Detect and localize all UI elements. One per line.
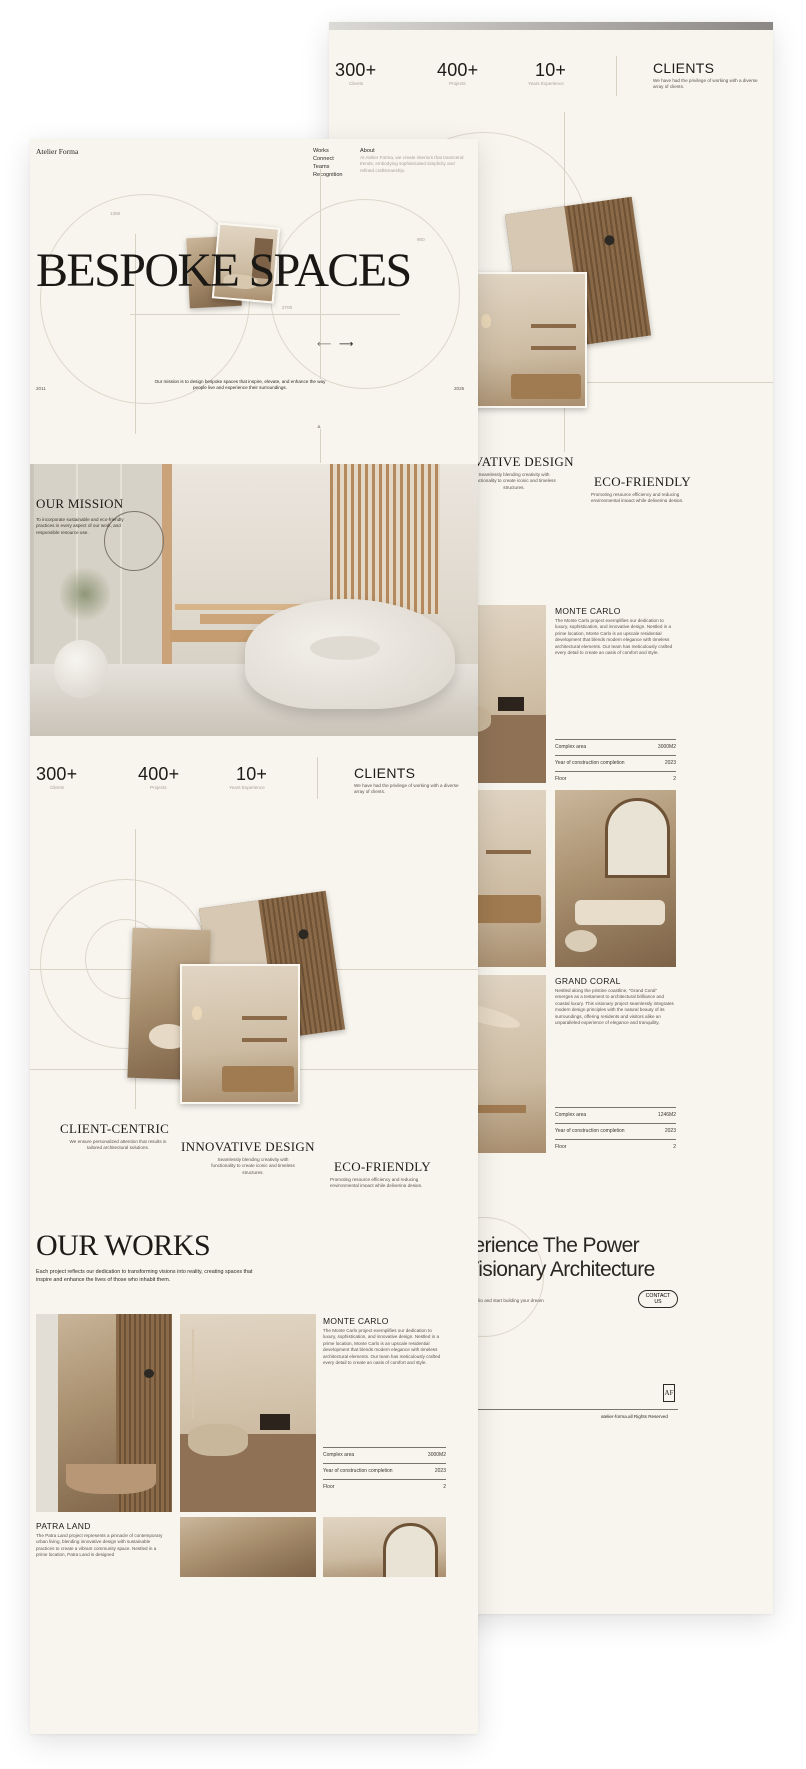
project-text-monte-carlo: The Monte Carlo project exemplifies our …: [323, 1328, 441, 1366]
back-page-scrollbar[interactable]: [329, 22, 773, 30]
project-text-grand-coral: Nestled along the pristine coastline, "G…: [555, 988, 674, 1026]
project-image-grand-coral[interactable]: [555, 790, 676, 967]
spec-row: Year of construction completion 2023: [555, 1123, 676, 1134]
spec-row: Year of construction completion 2023: [323, 1463, 446, 1474]
works-title: OUR WORKS: [36, 1229, 211, 1262]
project-image-monte-carlo[interactable]: [180, 1314, 316, 1512]
value-title-eco: ECO-FRIENDLY: [594, 474, 691, 489]
stat-years: 10+ Years Experience: [528, 60, 567, 86]
divider: [317, 757, 318, 799]
project-text-monte-carlo: The Monte Carlo project exemplifies our …: [555, 618, 673, 656]
decor-line: [130, 314, 400, 315]
front-page: Atelier Forma Works Connect Teams Recogn…: [30, 139, 478, 1734]
spec-row: Floor 2: [323, 1479, 446, 1490]
clients-text: We have had the privilege of working wit…: [653, 78, 758, 90]
footer-logo[interactable]: AF: [663, 1384, 675, 1402]
decor-line: [320, 429, 321, 463]
project-image-next[interactable]: [180, 1517, 316, 1577]
value-title-eco: ECO-FRIENDLY: [334, 1159, 431, 1174]
value-text-eco: Promoting resource efficiency and reduci…: [330, 1177, 423, 1187]
next-arrow-icon[interactable]: ⟶: [339, 339, 353, 350]
stat-clients: 300+ Clients: [335, 60, 377, 86]
about-text: At Atelier Forma, we create interiors th…: [360, 155, 464, 173]
value-text-eco: Promoting resource efficiency and reduci…: [591, 492, 684, 502]
hero-mission-line: Our mission is to design bespoke spaces …: [154, 379, 326, 391]
hero-year-start: 2011: [36, 386, 46, 391]
hero-year-end: 2025: [454, 386, 465, 391]
clients-title: CLIENTS: [354, 765, 416, 781]
clients-title: CLIENTS: [653, 60, 715, 76]
stat-clients: 300+ Clients: [36, 764, 78, 790]
dimension-label: 2700: [282, 305, 293, 310]
main-nav: Works Connect Teams Recognition: [313, 147, 343, 179]
brand-logo[interactable]: Atelier Forma: [36, 147, 78, 156]
dimension-label: 1350: [110, 211, 121, 216]
mission-text: To incorporate sustainable and eco-frien…: [36, 517, 124, 535]
project-image-next-2[interactable]: [323, 1517, 446, 1577]
value-text-innovative: Seamlessly blending creativity with func…: [211, 1157, 295, 1175]
spec-row: Complex area 1246M2: [555, 1107, 676, 1118]
footer-copyright: atelier-forma.all Rights Reserved: [601, 1414, 668, 1419]
contact-us-button[interactable]: CONTACT US: [638, 1290, 678, 1308]
works-intro: Each project reflects our dedication to …: [36, 1269, 253, 1283]
prev-arrow-icon[interactable]: ⟵: [317, 339, 331, 350]
project-title-patra-land: PATRA LAND: [36, 1521, 91, 1531]
nav-link-connect[interactable]: Connect: [313, 155, 343, 163]
project-title-monte-carlo: MONTE CARLO: [555, 606, 621, 616]
nav-link-works[interactable]: Works: [313, 147, 343, 155]
clients-text: We have had the privilege of working wit…: [354, 783, 459, 795]
collage-image-shelves: [180, 964, 300, 1104]
project-title-grand-coral: GRAND CORAL: [555, 976, 621, 986]
project-title-monte-carlo: MONTE CARLO: [323, 1316, 389, 1326]
stat-years: 10+ Years Experience: [229, 764, 268, 790]
divider: [616, 56, 617, 96]
spec-row: Floor 2: [555, 771, 676, 782]
stat-projects: 400+ Projects: [437, 60, 479, 86]
spec-row: Year of construction completion 2023: [555, 755, 676, 766]
nav-link-recognition[interactable]: Recognition: [313, 171, 343, 179]
nav-link-about[interactable]: About: [360, 147, 470, 155]
arrow-up-icon: ▲: [316, 424, 322, 430]
value-text-innovative: Seamlessly blending creativity with func…: [472, 472, 556, 490]
value-text-client-centric: We ensure personalized attention that re…: [69, 1139, 167, 1151]
value-title-innovative: INNOVATIVE DESIGN: [181, 1139, 315, 1154]
spec-row: Floor 2: [555, 1139, 676, 1150]
hero-title: BESPOKE SPACES: [36, 244, 412, 297]
project-text-patra-land: The Patra Land project represents a pinn…: [36, 1533, 163, 1558]
value-title-client-centric: CLIENT-CENTRIC: [60, 1121, 170, 1136]
mission-title: OUR MISSION: [36, 496, 124, 511]
stat-projects: 400+ Projects: [138, 764, 180, 790]
project-image-patra-land[interactable]: [36, 1314, 172, 1512]
about-block: About At Atelier Forma, we create interi…: [360, 147, 470, 174]
collage-image-shelves: [469, 272, 587, 408]
spec-row: Complex area 3000M2: [555, 739, 676, 750]
nav-link-teams[interactable]: Teams: [313, 163, 343, 171]
spec-row: Complex area 3000M2: [323, 1447, 446, 1458]
